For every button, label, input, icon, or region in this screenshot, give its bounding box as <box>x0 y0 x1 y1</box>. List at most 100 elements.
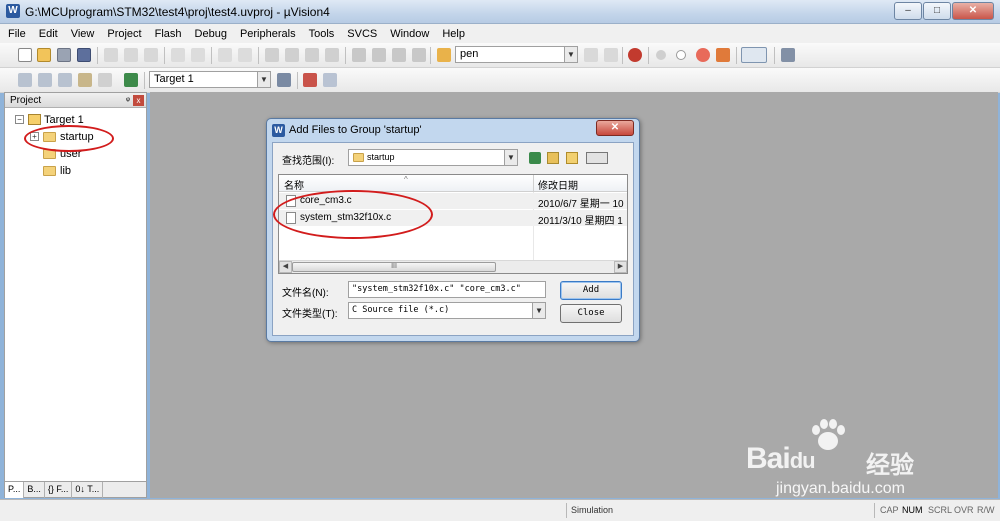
batch-build-icon[interactable] <box>78 73 92 87</box>
window-layout-icon[interactable] <box>741 47 767 63</box>
column-name[interactable]: 名称 <box>284 177 304 192</box>
toolbar-separator <box>164 47 165 64</box>
project-pane: Project ᵠ x − Target 1 + startup user li… <box>4 92 147 498</box>
chevron-down-icon[interactable]: ▼ <box>504 150 517 165</box>
menu-flash[interactable]: Flash <box>155 28 182 40</box>
copy-icon[interactable] <box>124 48 138 62</box>
close-window-button[interactable]: ✕ <box>952 2 994 20</box>
bookmark-icon[interactable] <box>265 48 279 62</box>
manage-books-icon[interactable] <box>323 73 337 87</box>
back-arrow-icon[interactable] <box>529 152 541 164</box>
uvision-app-icon: W <box>6 4 20 18</box>
translate-icon[interactable] <box>18 73 32 87</box>
dialog-close-button[interactable]: ✕ <box>596 120 634 136</box>
toolbar-separator <box>622 47 623 64</box>
menu-view[interactable]: View <box>71 28 95 40</box>
menu-peripherals[interactable]: Peripherals <box>240 28 296 40</box>
toolbar-separator <box>144 72 145 89</box>
close-pane-icon[interactable]: x <box>133 95 144 106</box>
menu-edit[interactable]: Edit <box>39 28 58 40</box>
watermark-jingyan: 经验 <box>866 452 914 479</box>
scroll-right-icon[interactable]: ▶ <box>614 261 627 273</box>
incremental-find-icon[interactable] <box>604 48 618 62</box>
tab-books[interactable]: B... <box>24 482 45 498</box>
overwrite-indicator: OVR <box>954 505 974 515</box>
save-icon[interactable] <box>57 48 71 62</box>
tab-project[interactable]: P... <box>5 482 25 498</box>
scroll-thumb[interactable]: III <box>292 262 496 272</box>
cut-icon[interactable] <box>104 48 118 62</box>
chevron-down-icon[interactable]: ▼ <box>532 303 545 318</box>
find-icon[interactable] <box>584 48 598 62</box>
readwrite-indicator: R/W <box>977 505 995 515</box>
clear-bookmarks-icon[interactable] <box>325 48 339 62</box>
debug-start-icon[interactable] <box>628 48 642 62</box>
indent-icon[interactable] <box>352 48 366 62</box>
filetype-select[interactable]: C Source file (*.c) ▼ <box>348 302 546 319</box>
paste-icon[interactable] <box>144 48 158 62</box>
stop-build-icon[interactable] <box>98 73 112 87</box>
menu-project[interactable]: Project <box>107 28 141 40</box>
menu-file[interactable]: File <box>8 28 26 40</box>
comment-icon[interactable] <box>392 48 406 62</box>
annotation-ellipse-files <box>273 190 433 239</box>
pin-icon[interactable]: ᵠ <box>126 93 130 108</box>
disable-breakpoint-icon[interactable] <box>676 50 686 60</box>
menu-svcs[interactable]: SVCS <box>347 28 377 40</box>
tab-functions[interactable]: {} F... <box>45 482 73 498</box>
chevron-down-icon[interactable]: ▼ <box>564 47 577 62</box>
target-select[interactable]: Target 1 ▼ <box>149 71 271 88</box>
undo-icon[interactable] <box>171 48 185 62</box>
toolbar-separator <box>258 47 259 64</box>
open-file-icon[interactable] <box>37 48 51 62</box>
project-pane-header: Project ᵠ x <box>5 93 146 108</box>
manage-components-icon[interactable] <box>303 73 317 87</box>
breakpoint-icon[interactable] <box>656 50 666 60</box>
tab-templates[interactable]: 0↓ T... <box>72 482 104 498</box>
menu-debug[interactable]: Debug <box>195 28 227 40</box>
look-in-select[interactable]: startup ▼ <box>348 149 518 166</box>
find-combo[interactable]: pen ▼ <box>455 46 578 63</box>
dialog-app-icon: W <box>272 124 285 137</box>
configure-icon[interactable] <box>781 48 795 62</box>
chevron-down-icon[interactable]: ▼ <box>257 72 270 87</box>
add-button[interactable]: Add <box>560 281 622 300</box>
view-menu-icon[interactable] <box>586 152 608 164</box>
nav-forward-icon[interactable] <box>238 48 252 62</box>
find-in-files-icon[interactable] <box>437 48 451 62</box>
new-file-icon[interactable] <box>18 48 32 62</box>
menu-help[interactable]: Help <box>442 28 465 40</box>
minimize-button[interactable]: – <box>894 2 922 20</box>
new-folder-icon[interactable] <box>566 152 578 164</box>
file-date: 2011/3/10 星期四 1 <box>538 216 623 227</box>
up-folder-icon[interactable] <box>547 152 559 164</box>
download-load-icon[interactable] <box>124 73 138 87</box>
kill-breakpoints-icon[interactable] <box>696 48 710 62</box>
rebuild-icon[interactable] <box>58 73 72 87</box>
build-icon[interactable] <box>38 73 52 87</box>
next-bookmark-icon[interactable] <box>305 48 319 62</box>
toolbar-separator <box>774 47 775 64</box>
menu-window[interactable]: Window <box>390 28 429 40</box>
file-list-header: 名称 ^ 修改日期 <box>279 175 627 192</box>
column-date[interactable]: 修改日期 <box>538 177 578 192</box>
collapse-icon[interactable]: − <box>15 115 24 124</box>
kill-all-breakpoints-icon[interactable] <box>716 48 730 62</box>
uncomment-icon[interactable] <box>412 48 426 62</box>
tree-item-lib[interactable]: lib <box>5 164 125 178</box>
close-button[interactable]: Close <box>560 304 622 323</box>
nav-back-icon[interactable] <box>218 48 232 62</box>
horizontal-scrollbar[interactable]: ◀ III ▶ <box>279 260 627 273</box>
target-options-icon[interactable] <box>277 73 291 87</box>
menu-tools[interactable]: Tools <box>309 28 335 40</box>
prev-bookmark-icon[interactable] <box>285 48 299 62</box>
unindent-icon[interactable] <box>372 48 386 62</box>
redo-icon[interactable] <box>191 48 205 62</box>
project-pane-title: Project <box>10 95 42 106</box>
scroll-left-icon[interactable]: ◀ <box>279 261 292 273</box>
column-divider[interactable] <box>533 175 534 192</box>
save-all-icon[interactable] <box>77 48 91 62</box>
filename-input[interactable]: "system_stm32f10x.c" "core_cm3.c" <box>348 281 546 298</box>
maximize-button[interactable]: □ <box>923 2 951 20</box>
dialog-title: Add Files to Group 'startup' <box>289 124 422 136</box>
